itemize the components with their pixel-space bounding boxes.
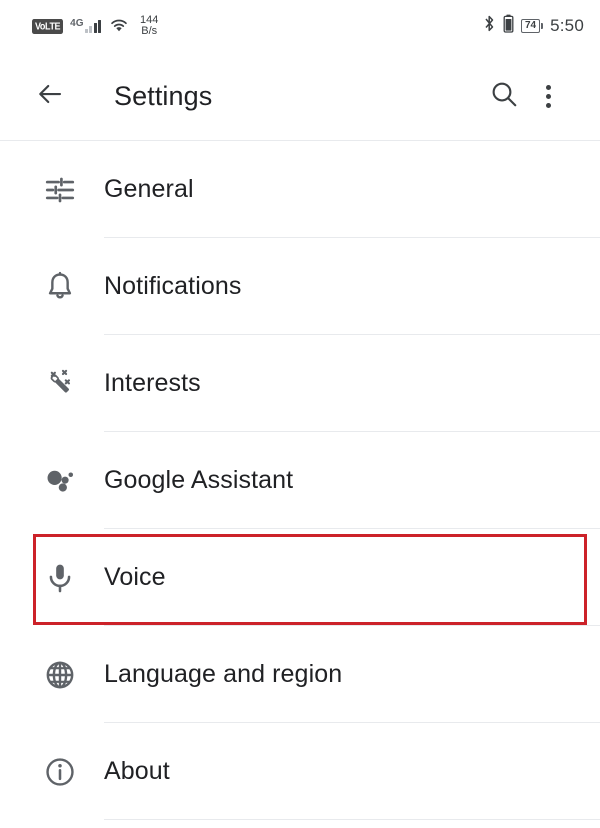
back-button[interactable]	[28, 74, 72, 118]
list-item-interests[interactable]: Interests	[0, 335, 600, 432]
list-item-label: Google Assistant	[104, 466, 294, 494]
network-type-label: 4G	[70, 18, 84, 29]
globe-icon	[36, 651, 84, 699]
bluetooth-icon	[483, 14, 496, 38]
bell-icon	[36, 263, 84, 311]
microphone-icon	[36, 554, 84, 602]
google-assistant-icon	[36, 457, 84, 505]
overflow-menu-icon	[545, 84, 551, 108]
signal-bars-icon	[84, 19, 102, 33]
list-divider	[104, 819, 600, 820]
status-bar-clock: 5:50	[550, 16, 584, 35]
status-bar: VoLTE 4G 144 B/s 74 5:50	[0, 0, 600, 52]
search-button[interactable]	[482, 74, 526, 118]
info-icon	[36, 748, 84, 796]
list-item-label: Voice	[104, 563, 166, 591]
volte-icon: VoLTE	[32, 18, 64, 34]
overflow-menu-button[interactable]	[526, 74, 570, 118]
status-bar-left: VoLTE 4G 144 B/s	[32, 15, 158, 37]
tune-icon	[36, 166, 84, 214]
list-item-notifications[interactable]: Notifications	[0, 238, 600, 335]
app-bar: Settings	[0, 52, 600, 141]
list-item-label: About	[104, 757, 170, 785]
list-item-voice[interactable]: Voice	[0, 529, 600, 626]
magic-wand-icon	[36, 360, 84, 408]
cellular-signal-icon: 4G	[70, 18, 102, 33]
wifi-icon	[108, 15, 130, 37]
data-speed-indicator: 144 B/s	[140, 15, 158, 37]
list-item-google-assistant[interactable]: Google Assistant	[0, 432, 600, 529]
page-title: Settings	[114, 80, 213, 111]
list-item-label: Notifications	[104, 272, 242, 300]
settings-list: General Notifications Interests Google A…	[0, 141, 600, 820]
list-item-label: Language and region	[104, 660, 343, 688]
search-icon	[489, 79, 519, 114]
list-item-general[interactable]: General	[0, 141, 600, 238]
data-speed-unit: B/s	[141, 25, 158, 37]
list-item-about[interactable]: About	[0, 723, 600, 820]
back-arrow-icon	[35, 79, 65, 114]
list-item-label: Interests	[104, 369, 201, 397]
battery-percent-badge: 74	[520, 19, 544, 33]
list-item-language-and-region[interactable]: Language and region	[0, 626, 600, 723]
list-item-label: General	[104, 175, 194, 203]
battery-icon	[503, 14, 514, 38]
status-bar-right: 74 5:50	[483, 14, 584, 38]
